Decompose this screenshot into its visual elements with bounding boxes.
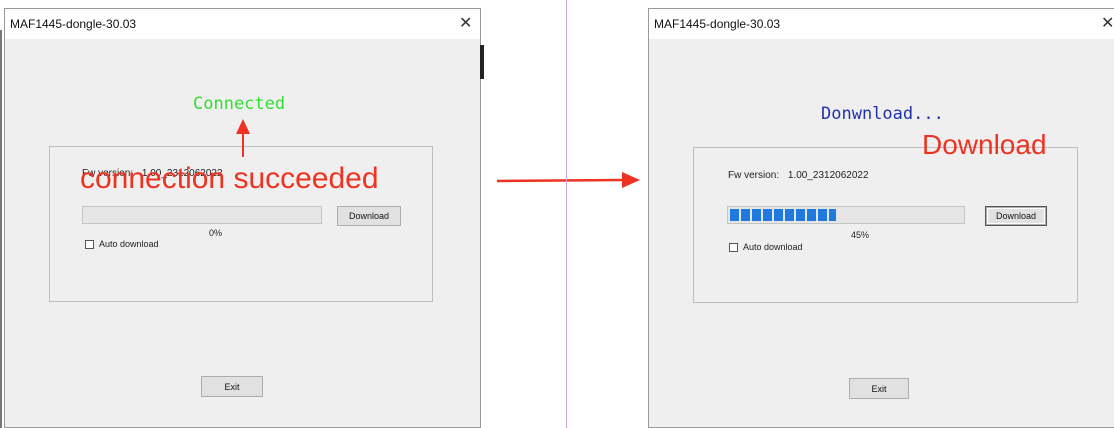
auto-download-checkbox[interactable]: Auto download xyxy=(729,242,803,252)
exit-button[interactable]: Exit xyxy=(849,378,909,399)
download-button[interactable]: Download xyxy=(986,207,1046,225)
arrow-between-windows xyxy=(496,172,640,188)
progress-percent: 45% xyxy=(851,230,870,240)
auto-download-label: Auto download xyxy=(743,242,803,252)
close-icon[interactable]: ✕ xyxy=(1101,14,1114,32)
fw-version-value: 1.00_2312062022 xyxy=(787,170,869,181)
status-downloading: Donwnload... xyxy=(821,104,944,124)
annotation-download: Download xyxy=(922,129,1047,160)
checkbox-box[interactable] xyxy=(729,242,738,252)
firmware-version: Fw version: 1.00_2312062022 xyxy=(728,170,869,181)
arrow-up-to-status xyxy=(236,119,250,157)
window-title: MAF1445-dongle-30.03 xyxy=(654,17,781,31)
dialog-downloading: MAF1445-dongle-30.03 ✕ Donwnload... Fw v… xyxy=(648,8,1114,428)
progress-fill xyxy=(730,209,837,221)
fw-version-label: Fw version: xyxy=(728,170,780,181)
divider-line xyxy=(566,0,567,428)
progress-bar xyxy=(727,206,965,224)
title-bar: MAF1445-dongle-30.03 ✕ xyxy=(649,9,1114,39)
